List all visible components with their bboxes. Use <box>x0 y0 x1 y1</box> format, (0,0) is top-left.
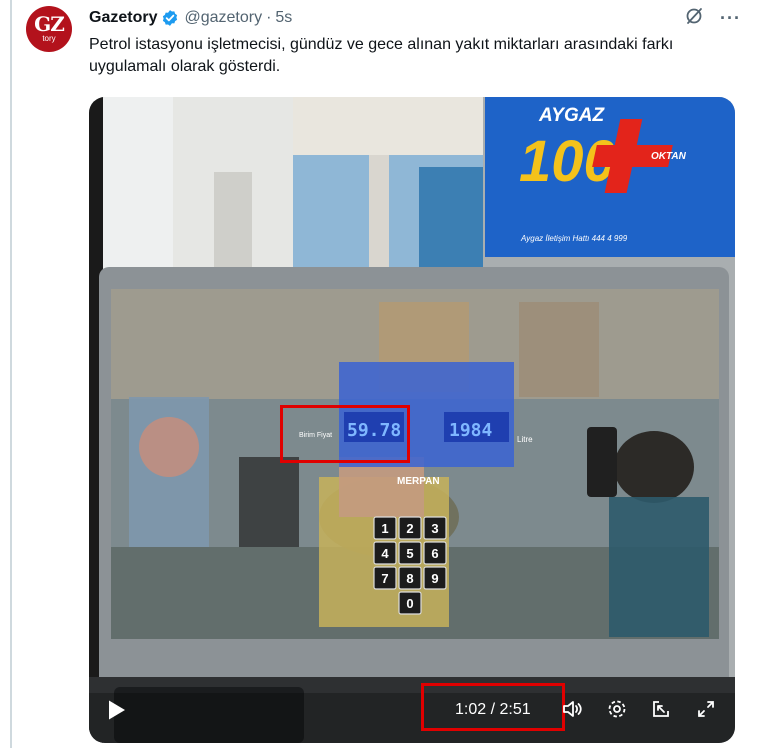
avatar[interactable]: GZ tory <box>26 6 72 52</box>
keypad-key-label: 1 <box>381 521 388 536</box>
banner-brand: AYGAZ <box>538 105 605 126</box>
author-handle[interactable]: @gazetory <box>184 9 262 27</box>
keypad-key-label: 6 <box>431 546 438 561</box>
settings-icon[interactable] <box>606 698 628 725</box>
pump-brand: MERPAN <box>397 476 440 487</box>
play-icon[interactable] <box>107 699 127 726</box>
tweet-time[interactable]: 5s <box>275 9 292 27</box>
video-player[interactable]: AYGAZ 100 OKTAN Aygaz İletişim Hattı 444… <box>89 97 735 743</box>
keypad-key-label: 4 <box>381 546 389 561</box>
avatar-logo-subtext: tory <box>42 34 56 43</box>
tweet-header: Gazetory @gazetory · 5s <box>89 7 292 29</box>
keypad-key-label: 0 <box>406 596 413 611</box>
video-timecode: 1:02 / 2:51 <box>455 701 531 718</box>
pump-label-right: Litre <box>517 435 533 444</box>
keypad-key-label: 3 <box>431 521 438 536</box>
fullscreen-icon[interactable] <box>695 698 717 725</box>
volume-icon[interactable] <box>561 698 583 725</box>
video-controls: 1:02 / 2:51 <box>89 683 735 743</box>
price-highlight-box <box>280 405 410 463</box>
banner-label: OKTAN <box>651 151 687 162</box>
tweet-actions-top: ··· <box>684 6 741 31</box>
keypad-key-label: 7 <box>381 571 388 586</box>
grok-icon[interactable] <box>684 6 704 31</box>
tweet-text: Petrol istasyonu işletmecisi, gündüz ve … <box>89 36 674 75</box>
banner-hotline: Aygaz İletişim Hattı 444 4 999 <box>520 234 628 243</box>
more-icon[interactable]: ··· <box>720 8 741 29</box>
thread-line <box>10 0 12 748</box>
separator-dot: · <box>266 9 272 26</box>
keypad-key-label: 9 <box>431 571 438 586</box>
pip-icon[interactable] <box>650 698 672 725</box>
verified-badge-icon <box>161 9 179 27</box>
video-frame: AYGAZ 100 OKTAN Aygaz İletişim Hattı 444… <box>89 97 735 743</box>
avatar-logo-text: GZ <box>34 12 65 36</box>
keypad-key-label: 2 <box>406 521 413 536</box>
keypad-key-label: 8 <box>406 571 413 586</box>
author-name[interactable]: Gazetory <box>89 9 157 27</box>
keypad-key-label: 5 <box>406 546 413 561</box>
pump-liters: 1984 <box>449 420 493 441</box>
